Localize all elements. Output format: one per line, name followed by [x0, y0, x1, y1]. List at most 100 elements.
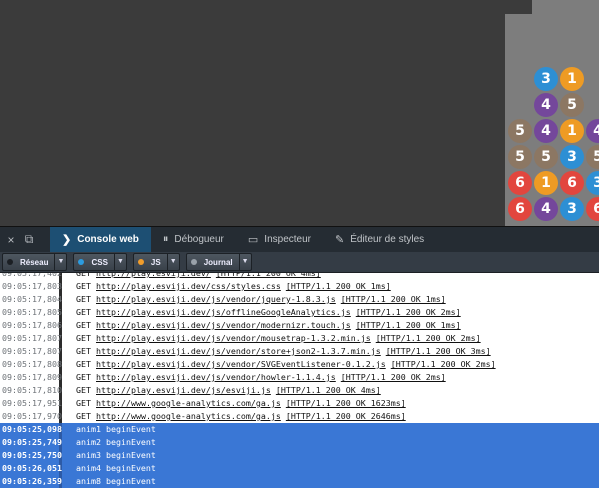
request-status-link[interactable]: [HTTP/1.1 200 OK 1ms] — [356, 320, 461, 330]
console-row[interactable]: 09:05:25,098 anim1 beginEvent — [0, 423, 599, 436]
console-row[interactable]: 09:05:26,359 anim8 beginEvent — [0, 475, 599, 488]
filter-reseau-button[interactable]: Réseau ▼ — [2, 253, 68, 271]
request-url-link[interactable]: http://play.esviji.dev/ — [96, 273, 211, 278]
dropdown-arrow-icon[interactable]: ▼ — [54, 254, 66, 270]
tab-editeur-de-styles[interactable]: ✎ Éditeur de styles — [323, 227, 436, 253]
dropdown-arrow-icon[interactable]: ▼ — [113, 254, 126, 270]
console-row[interactable]: 09:05:25,750 anim3 beginEvent — [0, 449, 599, 462]
game-area[interactable]: 31455414553561636436 — [0, 0, 599, 226]
console-row[interactable]: 09:05:17,807 GET http://play.esviji.dev/j… — [0, 345, 599, 358]
request-status-link[interactable]: [HTTP/1.1 200 OK 1ms] — [286, 281, 391, 291]
game-board[interactable]: 31455414553561636436 — [505, 0, 599, 226]
reseau-dot-icon — [7, 259, 13, 265]
console-row[interactable]: 09:05:17,970 GET http://www.google-analyt… — [0, 410, 599, 423]
game-ball[interactable]: 4 — [534, 93, 558, 117]
tab-console-web[interactable]: ❯ Console web — [50, 226, 151, 253]
request-status-link[interactable]: [HTTP/1.1 200 OK 4ms] — [216, 273, 321, 278]
request-status-link[interactable]: [HTTP/1.1 200 OK 1ms] — [341, 294, 446, 304]
timestamp: 09:05:26,359 — [2, 475, 62, 488]
request-status-link[interactable]: [HTTP/1.1 200 OK 3ms] — [386, 346, 491, 356]
timestamp: 09:05:17,807 — [2, 345, 62, 358]
tab-label: Inspecteur — [264, 234, 311, 245]
game-ball[interactable]: 3 — [560, 197, 584, 221]
tab-label: Débogueur — [174, 234, 224, 245]
request-url-link[interactable]: http://play.esviji.dev/css/styles.css — [96, 281, 281, 291]
log-text: anim3 beginEvent — [76, 450, 156, 460]
console-row[interactable]: 09:05:25,749 anim2 beginEvent — [0, 436, 599, 449]
console-row[interactable]: 09:05:17,804 GET http://play.esviji.dev/j… — [0, 293, 599, 306]
console-row[interactable]: 09:05:17,810 GET http://play.esviji.dev/j… — [0, 384, 599, 397]
console-row[interactable]: 09:05:17,807 GET http://play.esviji.dev/j… — [0, 332, 599, 345]
game-ball[interactable]: 3 — [560, 145, 584, 169]
request-status-link[interactable]: [HTTP/1.1 200 OK 2ms] — [341, 372, 446, 382]
request-method: GET — [76, 307, 91, 317]
console-row[interactable]: 09:05:26,051 anim4 beginEvent — [0, 462, 599, 475]
game-ball[interactable]: 6 — [560, 171, 584, 195]
close-icon[interactable]: × — [2, 233, 20, 247]
filter-css-button[interactable]: CSS ▼ — [73, 253, 127, 271]
pause-icon: ⏸ — [162, 233, 169, 245]
timestamp: 09:05:26,051 — [2, 462, 62, 475]
console-row[interactable]: 09:05:17,402 GET http://play.esviji.dev/ … — [0, 273, 599, 280]
game-ball[interactable]: 1 — [560, 67, 584, 91]
request-method: GET — [76, 333, 91, 343]
request-status-link[interactable]: [HTTP/1.1 200 OK 2ms] — [356, 307, 461, 317]
request-method: GET — [76, 411, 91, 421]
dropdown-arrow-icon[interactable]: ▼ — [166, 254, 179, 270]
request-url-link[interactable]: http://play.esviji.dev/js/vendor/mousetr… — [96, 333, 371, 343]
timestamp: 09:05:17,810 — [2, 384, 62, 397]
request-status-link[interactable]: [HTTP/1.1 200 OK 2ms] — [376, 333, 481, 343]
dock-icon[interactable]: ⧉ — [20, 232, 38, 247]
game-ball[interactable]: 4 — [534, 119, 558, 143]
console-message: GET http://www.google-analytics.com/ga.j… — [62, 410, 406, 423]
request-status-link[interactable]: [HTTP/1.1 200 OK 2646ms] — [286, 411, 406, 421]
game-ball[interactable]: 4 — [534, 197, 558, 221]
tab-inspecteur[interactable]: ▭ Inspecteur — [236, 227, 323, 253]
request-url-link[interactable]: http://play.esviji.dev/js/vendor/moderni… — [96, 320, 351, 330]
request-method: GET — [76, 359, 91, 369]
tab-debogueur[interactable]: ⏸ Débogueur — [151, 227, 236, 253]
inspector-icon: ▭ — [247, 234, 259, 246]
console-message: anim2 beginEvent — [62, 436, 156, 449]
timestamp: 09:05:25,749 — [2, 436, 62, 449]
request-url-link[interactable]: http://play.esviji.dev/js/offlineGoogleA… — [96, 307, 351, 317]
console-row[interactable]: 09:05:17,808 GET http://play.esviji.dev/j… — [0, 358, 599, 371]
game-ball[interactable]: 3 — [534, 67, 558, 91]
filter-label: Réseau — [20, 257, 49, 267]
game-ball[interactable]: 5 — [508, 119, 532, 143]
request-url-link[interactable]: http://play.esviji.dev/js/vendor/howler-… — [96, 372, 336, 382]
console-row[interactable]: 09:05:17,803 GET http://play.esviji.dev/c… — [0, 280, 599, 293]
request-url-link[interactable]: http://www.google-analytics.com/ga.js — [96, 398, 281, 408]
request-url-link[interactable]: http://play.esviji.dev/js/esviji.js — [96, 385, 271, 395]
console-message: anim3 beginEvent — [62, 449, 156, 462]
tab-label: Console web — [77, 234, 139, 245]
request-status-link[interactable]: [HTTP/1.1 200 OK 2ms] — [391, 359, 496, 369]
request-url-link[interactable]: http://play.esviji.dev/js/vendor/SVGEven… — [96, 359, 386, 369]
request-url-link[interactable]: http://play.esviji.dev/js/vendor/jquery-… — [96, 294, 336, 304]
game-ball[interactable]: 1 — [534, 171, 558, 195]
request-status-link[interactable]: [HTTP/1.1 200 OK 1623ms] — [286, 398, 406, 408]
console-row[interactable]: 09:05:17,809 GET http://play.esviji.dev/j… — [0, 371, 599, 384]
filter-journal-button[interactable]: Journal ▼ — [185, 253, 252, 271]
game-ball[interactable]: 5 — [534, 145, 558, 169]
dropdown-arrow-icon[interactable]: ▼ — [238, 254, 251, 270]
game-ball[interactable]: 5 — [508, 145, 532, 169]
game-ball[interactable]: 1 — [560, 119, 584, 143]
console-row[interactable]: 09:05:17,951 GET http://www.google-analyt… — [0, 397, 599, 410]
filter-label: CSS — [91, 257, 108, 267]
request-url-link[interactable]: http://www.google-analytics.com/ga.js — [96, 411, 281, 421]
game-ball[interactable]: 6 — [508, 197, 532, 221]
request-status-link[interactable]: [HTTP/1.1 200 OK 4ms] — [276, 385, 381, 395]
console-row[interactable]: 09:05:17,806 GET http://play.esviji.dev/j… — [0, 319, 599, 332]
request-method: GET — [76, 398, 91, 408]
board-background — [532, 0, 599, 14]
console-row[interactable]: 09:05:17,805 GET http://play.esviji.dev/j… — [0, 306, 599, 319]
console-output[interactable]: 09:05:17,402 GET http://play.esviji.dev/ … — [0, 273, 599, 495]
game-ball[interactable]: 5 — [560, 93, 584, 117]
filter-js-button[interactable]: JS ▼ — [132, 253, 180, 271]
request-url-link[interactable]: http://play.esviji.dev/js/vendor/store+j… — [96, 346, 381, 356]
filter-label: JS — [150, 257, 161, 267]
game-ball[interactable]: 6 — [508, 171, 532, 195]
timestamp: 09:05:17,402 — [0, 273, 62, 280]
style-editor-icon: ✎ — [335, 234, 345, 246]
